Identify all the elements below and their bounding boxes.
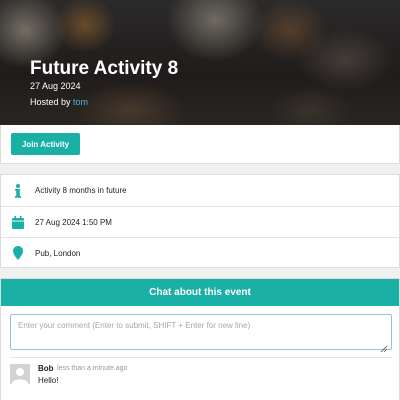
map-marker-icon: [1, 246, 35, 260]
resize-grip-icon[interactable]: [380, 345, 387, 352]
event-date: 27 Aug 2024: [30, 81, 81, 91]
info-icon: [1, 183, 35, 198]
hosted-by: Hosted by tom: [30, 97, 88, 107]
location-row: Pub, London: [1, 237, 399, 268]
description-row: Activity 8 months in future: [1, 175, 399, 206]
event-location: Pub, London: [35, 248, 81, 258]
message-text: Hello!: [38, 376, 59, 385]
host-link[interactable]: tom: [73, 97, 88, 107]
join-activity-button[interactable]: Join Activity: [11, 133, 80, 155]
join-card: Join Activity: [0, 125, 400, 164]
comment-input[interactable]: [10, 314, 392, 350]
avatar: [10, 364, 30, 384]
event-title: Future Activity 8: [30, 58, 179, 79]
chat-header: Chat about this event: [1, 279, 399, 306]
event-header-image: Future Activity 8 27 Aug 2024 Hosted by …: [0, 0, 400, 125]
calendar-icon: [1, 215, 35, 229]
chat-divider: [10, 357, 392, 358]
event-datetime: 27 Aug 2024 1:50 PM: [35, 217, 112, 227]
event-details-card: Activity 8 months in future 27 Aug 2024 …: [0, 174, 400, 268]
hosted-by-label: Hosted by: [30, 97, 71, 107]
message-author[interactable]: Bob: [38, 364, 54, 373]
datetime-row: 27 Aug 2024 1:50 PM: [1, 206, 399, 237]
message-timestamp: less than a minute ago: [57, 365, 128, 372]
event-description: Activity 8 months in future: [35, 186, 127, 195]
chat-card: Chat about this event Bob less than a mi…: [0, 278, 400, 400]
